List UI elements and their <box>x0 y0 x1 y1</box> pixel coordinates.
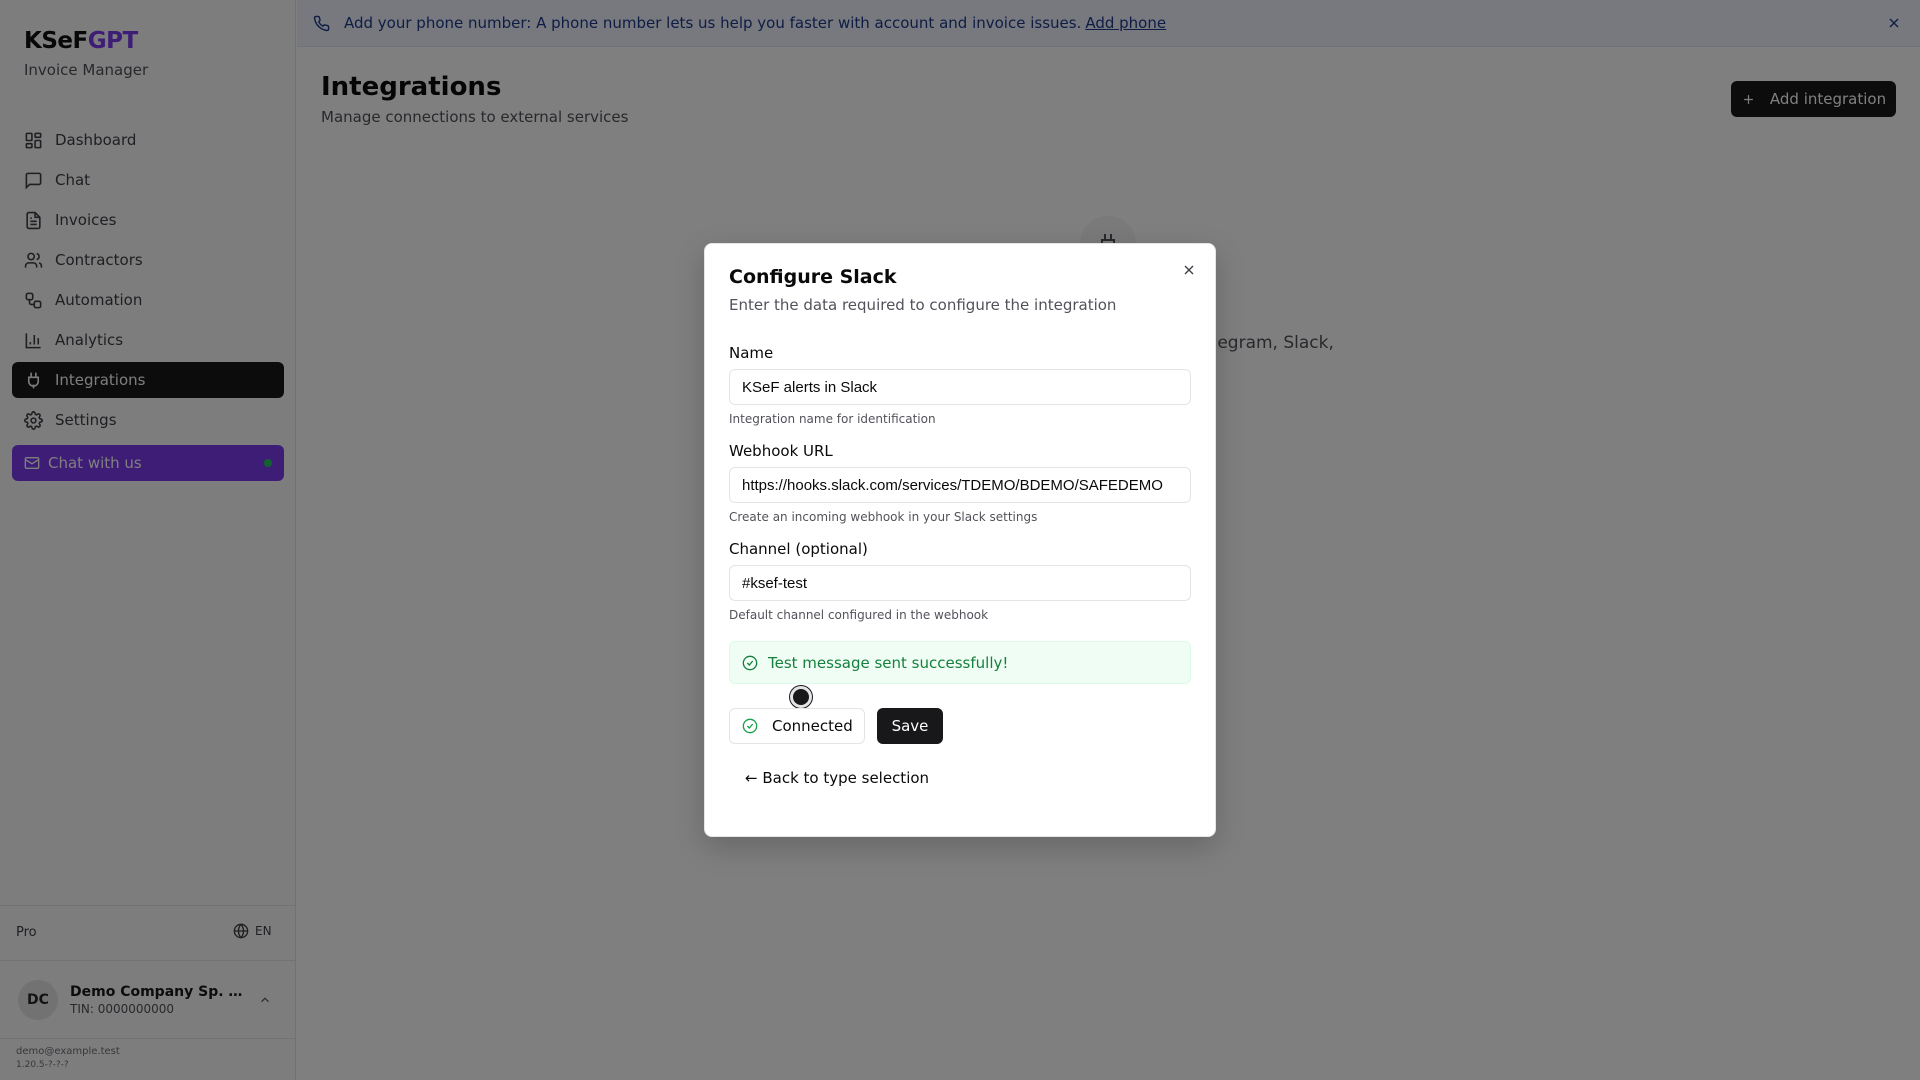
check-circle-icon <box>742 655 758 670</box>
success-alert: Test message sent successfully! <box>729 641 1191 684</box>
webhook-url-label: Webhook URL <box>729 442 833 460</box>
mouse-cursor <box>790 686 812 708</box>
check-circle-icon <box>742 718 758 734</box>
dialog-description: Enter the data required to configure the… <box>729 296 1117 314</box>
webhook-url-hint: Create an incoming webhook in your Slack… <box>729 510 1038 524</box>
connected-label: Connected <box>772 717 853 735</box>
name-field[interactable] <box>729 369 1191 405</box>
name-hint: Integration name for identification <box>729 412 936 426</box>
channel-hint: Default channel configured in the webhoo… <box>729 608 989 622</box>
save-button[interactable]: Save <box>877 708 943 744</box>
test-connection-button[interactable]: Connected <box>729 708 865 744</box>
channel-field[interactable] <box>729 565 1191 601</box>
configure-slack-dialog: Configure Slack Enter the data required … <box>704 243 1216 837</box>
webhook-url-field[interactable] <box>729 467 1191 503</box>
close-icon[interactable] <box>1181 262 1197 278</box>
back-to-type-selection-link[interactable]: ← Back to type selection <box>745 769 929 787</box>
alert-text: Test message sent successfully! <box>768 653 1009 672</box>
name-label: Name <box>729 344 774 362</box>
dialog-title: Configure Slack <box>729 266 897 288</box>
channel-label: Channel (optional) <box>729 540 868 558</box>
